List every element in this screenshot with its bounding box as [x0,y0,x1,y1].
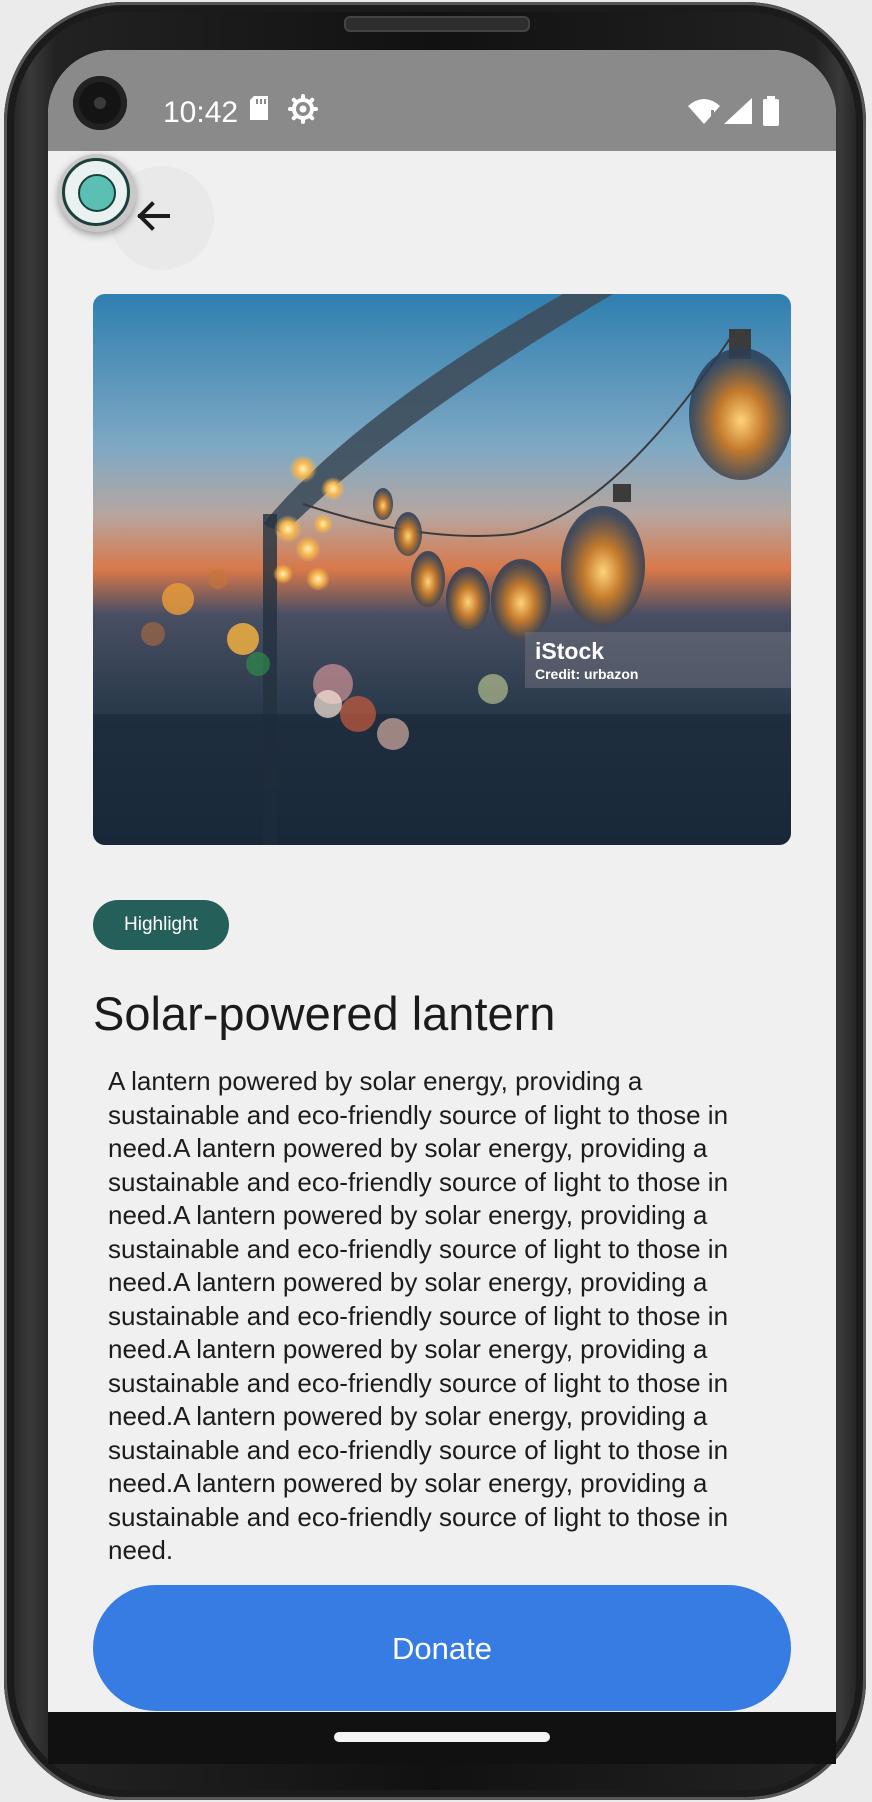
credit-text: Credit: urbazon [535,666,639,682]
touch-indicator [58,154,136,232]
hero-image: iStock Credit: urbazon [93,294,791,845]
signal-icon [724,98,752,129]
front-camera [73,76,127,130]
sd-card-icon [248,95,270,126]
status-time: 10:42 [163,96,239,129]
speaker-grille [344,16,530,32]
gear-icon [288,94,318,129]
home-indicator[interactable] [334,1732,550,1742]
app-screen: 10:42 iStock Credit: urbazon Highlight S… [48,50,836,1712]
donate-button[interactable]: Donate [93,1585,791,1711]
status-bar: 10:42 [48,50,836,151]
credit-brand: iStock [535,638,605,664]
page-title: Solar-powered lantern [93,987,556,1040]
battery-icon [762,96,780,131]
highlight-chip[interactable]: Highlight [93,900,229,950]
string-lights-photo [93,294,791,845]
navigation-bar [48,1712,836,1764]
item-description: A lantern powered by solar energy, provi… [108,1066,729,1565]
wifi-icon [688,98,720,129]
image-credit-overlay: iStock Credit: urbazon [525,632,791,688]
phone-frame: 10:42 iStock Credit: urbazon Highlight S… [4,2,866,1800]
